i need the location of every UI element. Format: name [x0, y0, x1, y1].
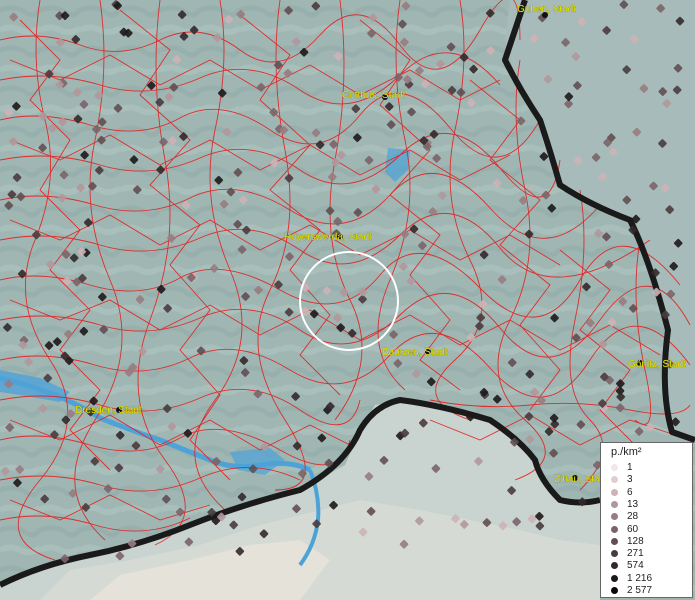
legend-label: 128 — [627, 535, 644, 547]
legend-swatch — [611, 537, 618, 545]
legend-entry: 574 — [611, 560, 644, 571]
legend-label: 1 — [627, 462, 633, 473]
legend-entry: 1 216 — [611, 573, 652, 584]
legend-entry: 60 — [611, 524, 638, 535]
legend-label: 2 577 — [627, 585, 653, 596]
legend-label: 3 — [627, 474, 633, 486]
legend-swatch — [611, 574, 618, 582]
legend-entry: 3 — [611, 474, 633, 485]
legend-swatch — [611, 464, 618, 471]
legend-swatch — [611, 500, 618, 508]
city-label-bautzen[interactable]: Bautzen, Stadt — [382, 347, 448, 358]
legend-label: 13 — [627, 498, 639, 510]
city-label-hoyerswerda[interactable]: Hoyerswerda, Stadt — [284, 232, 372, 243]
city-label-goerlitz[interactable]: Görlitz, Stadt — [628, 359, 686, 370]
legend-entry: 28 — [611, 511, 638, 522]
legend-swatch — [611, 488, 618, 496]
legend-label: 28 — [627, 511, 639, 523]
population-density-map[interactable]: Guben, Stadt Cottbus, Stadt Hoyerswerda,… — [0, 0, 695, 600]
legend-swatch — [611, 587, 618, 594]
city-label-guben[interactable]: Guben, Stadt — [517, 4, 577, 15]
city-label-cottbus[interactable]: Cottbus, Stadt — [342, 90, 406, 101]
density-legend: p./km² 1 3 6 13 28 60 128 271 574 1 216 2 577 — [600, 442, 693, 598]
legend-label: 1 216 — [627, 572, 653, 584]
legend-entry: 128 — [611, 536, 644, 547]
legend-label: 6 — [627, 486, 633, 498]
legend-swatch — [611, 550, 618, 558]
legend-entry: 271 — [611, 548, 644, 559]
city-label-dresden[interactable]: Dresden, Stadt — [75, 405, 142, 416]
legend-entry: 6 — [611, 487, 633, 498]
legend-label: 60 — [627, 523, 639, 535]
legend-entry: 13 — [611, 499, 638, 510]
legend-title: p./km² — [611, 446, 642, 458]
legend-label: 574 — [627, 560, 644, 572]
legend-entry: 1 — [611, 462, 633, 473]
legend-swatch — [611, 476, 618, 484]
legend-swatch — [611, 513, 618, 521]
legend-label: 271 — [627, 548, 644, 560]
legend-swatch — [611, 562, 618, 570]
legend-entry: 2 577 — [611, 585, 652, 596]
legend-swatch — [611, 525, 618, 533]
